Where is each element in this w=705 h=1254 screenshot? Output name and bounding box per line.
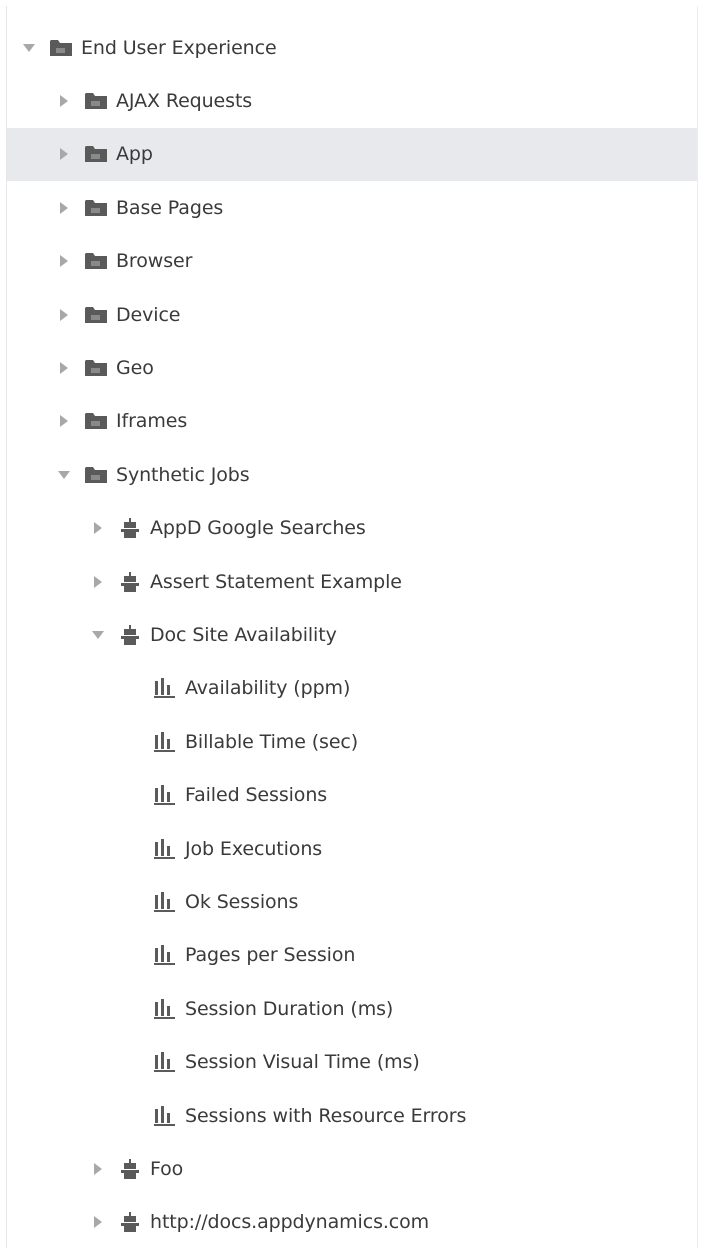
tree-node-foo[interactable]: Foo <box>7 1142 697 1195</box>
bar-chart-icon <box>154 891 176 912</box>
tree-leaf-ok-sessions[interactable]: Ok Sessions <box>7 875 697 928</box>
caret-down-icon[interactable] <box>91 628 105 642</box>
tree-node-label: Device <box>116 303 181 326</box>
tree-node-geo[interactable]: Geo <box>7 341 697 394</box>
tree-leaf-sessions-with-resource-errors[interactable]: Sessions with Resource Errors <box>7 1089 697 1142</box>
caret-right-icon[interactable] <box>57 254 71 268</box>
bar-chart-icon <box>154 1105 176 1126</box>
tree-leaf-failed-sessions[interactable]: Failed Sessions <box>7 768 697 821</box>
tree-leaf-billable-time[interactable]: Billable Time (sec) <box>7 715 697 768</box>
robot-icon <box>119 1212 141 1233</box>
tree-node-end-user-experience[interactable]: End User Experience <box>7 21 697 74</box>
tree-node-docs-appdynamics[interactable]: http://docs.appdynamics.com <box>7 1196 697 1249</box>
folder-icon <box>85 198 107 218</box>
tree-node-label: Assert Statement Example <box>150 570 402 593</box>
bar-chart-icon <box>154 838 176 859</box>
robot-icon <box>119 518 141 539</box>
bar-chart-icon <box>154 1052 176 1073</box>
tree-node-label: App <box>116 143 153 166</box>
bar-chart-icon <box>154 731 176 752</box>
folder-icon <box>85 91 107 111</box>
folder-icon <box>85 144 107 164</box>
folder-icon <box>50 38 72 58</box>
tree-node-label: Session Duration (ms) <box>185 997 394 1020</box>
caret-right-icon[interactable] <box>57 94 71 108</box>
tree-node-browser[interactable]: Browser <box>7 235 697 288</box>
tree-node-label: Billable Time (sec) <box>185 730 359 753</box>
robot-icon <box>119 571 141 592</box>
bar-chart-icon <box>154 785 176 806</box>
tree-node-label: Failed Sessions <box>185 784 328 807</box>
tree-node-label: Sessions with Resource Errors <box>185 1104 467 1127</box>
tree-node-label: Foo <box>150 1157 184 1180</box>
tree-node-base-pages[interactable]: Base Pages <box>7 181 697 234</box>
folder-icon <box>85 358 107 378</box>
folder-icon <box>85 251 107 271</box>
bar-chart-icon <box>154 678 176 699</box>
caret-right-icon[interactable] <box>91 1215 105 1229</box>
bar-chart-icon <box>154 945 176 966</box>
caret-right-icon[interactable] <box>57 308 71 322</box>
tree-node-label: Availability (ppm) <box>185 677 351 700</box>
tree-leaf-session-visual-time[interactable]: Session Visual Time (ms) <box>7 1035 697 1088</box>
caret-right-icon[interactable] <box>57 361 71 375</box>
bar-chart-icon <box>154 998 176 1019</box>
robot-icon <box>119 1158 141 1179</box>
caret-right-icon[interactable] <box>57 147 71 161</box>
caret-right-icon[interactable] <box>57 201 71 215</box>
folder-icon <box>85 305 107 325</box>
tree-node-doc-site-availability[interactable]: Doc Site Availability <box>7 608 697 661</box>
tree-node-label: End User Experience <box>81 36 277 59</box>
tree-node-label: Pages per Session <box>185 944 356 967</box>
caret-right-icon[interactable] <box>91 521 105 535</box>
tree-node-label: AppD Google Searches <box>150 517 366 540</box>
tree-leaf-job-executions[interactable]: Job Executions <box>7 822 697 875</box>
caret-right-icon[interactable] <box>91 1162 105 1176</box>
tree-node-label: Ok Sessions <box>185 890 299 913</box>
tree-leaf-pages-per-session[interactable]: Pages per Session <box>7 929 697 982</box>
folder-icon <box>85 411 107 431</box>
tree-node-label: http://docs.appdynamics.com <box>150 1211 430 1234</box>
tree-node-label: Doc Site Availability <box>150 623 337 646</box>
tree-leaf-session-duration[interactable]: Session Duration (ms) <box>7 982 697 1035</box>
tree-node-device[interactable]: Device <box>7 288 697 341</box>
folder-icon <box>85 465 107 485</box>
caret-down-icon[interactable] <box>57 468 71 482</box>
tree-node-appd-google-searches[interactable]: AppD Google Searches <box>7 502 697 555</box>
tree-node-label: Job Executions <box>185 837 323 860</box>
caret-right-icon[interactable] <box>57 414 71 428</box>
tree-node-label: Geo <box>116 357 154 380</box>
tree-node-iframes[interactable]: Iframes <box>7 395 697 448</box>
tree-node-label: AJAX Requests <box>116 90 253 113</box>
metric-browser-tree-panel: End User Experience AJAX Requests App Ba… <box>6 6 698 1248</box>
tree-node-assert-statement-example[interactable]: Assert Statement Example <box>7 555 697 608</box>
tree-node-label: Browser <box>116 250 193 273</box>
tree-node-app[interactable]: App <box>7 127 697 182</box>
tree-node-label: Base Pages <box>116 196 224 219</box>
caret-right-icon[interactable] <box>91 575 105 589</box>
tree-node-label: Iframes <box>116 410 188 433</box>
caret-down-icon[interactable] <box>22 41 36 55</box>
tree-node-label: Synthetic Jobs <box>116 463 250 486</box>
tree-node-synthetic-jobs[interactable]: Synthetic Jobs <box>7 448 697 501</box>
tree-node-ajax-requests[interactable]: AJAX Requests <box>7 74 697 127</box>
robot-icon <box>119 624 141 645</box>
tree-leaf-availability-ppm[interactable]: Availability (ppm) <box>7 662 697 715</box>
tree-node-label: Session Visual Time (ms) <box>185 1051 420 1074</box>
metric-tree: End User Experience AJAX Requests App Ba… <box>7 21 697 1249</box>
